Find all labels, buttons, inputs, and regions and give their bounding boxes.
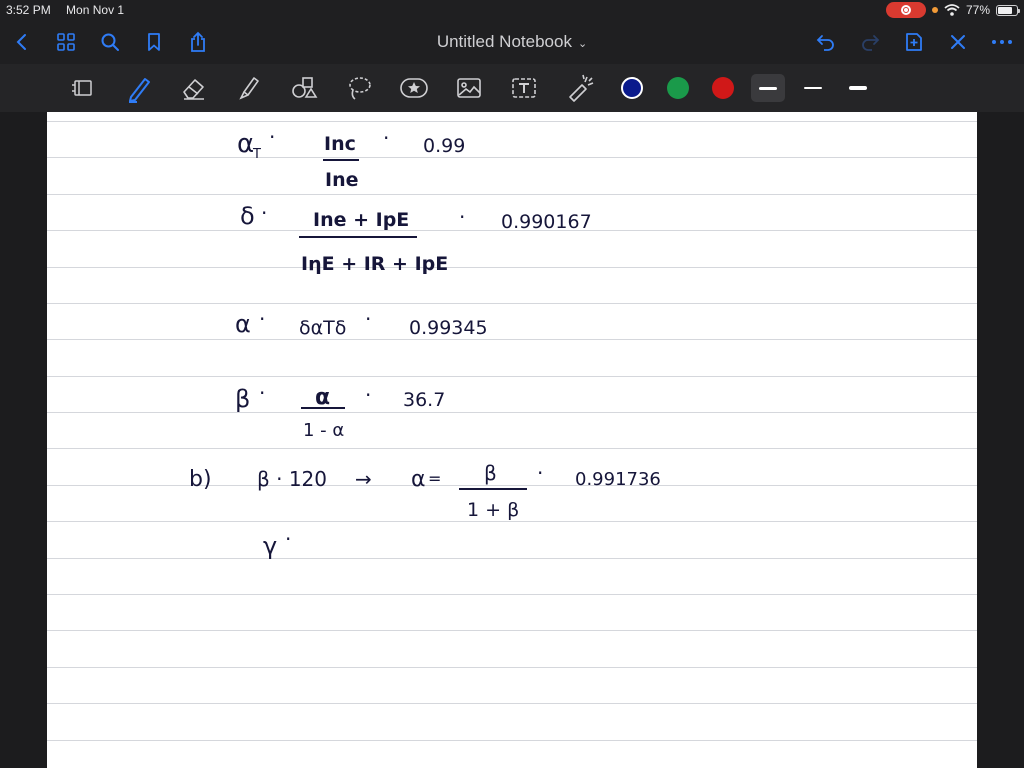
ink-l4-eq2: ·: [365, 383, 371, 407]
eraser-icon: [183, 79, 204, 100]
record-icon: [900, 5, 911, 15]
color-swatch-selected[interactable]: [621, 77, 643, 99]
sticker-icon: [400, 78, 428, 98]
screen-recording-indicator[interactable]: [885, 2, 926, 18]
notebook-title-text: Untitled Notebook: [436, 32, 572, 51]
redo-button[interactable]: [856, 28, 884, 56]
ink-l4-den: 1 - α: [303, 420, 344, 441]
image-icon: [457, 78, 481, 98]
microphone-in-use-icon: [931, 7, 938, 13]
color-swatch[interactable]: [712, 77, 734, 99]
ink-l1-val: 0.99: [423, 135, 465, 157]
ink-l1-eq2: ·: [383, 126, 389, 150]
close-button[interactable]: [944, 28, 972, 56]
ink-l1-eq: ·: [269, 125, 275, 149]
ink-l1-var: α: [237, 129, 254, 159]
more-button[interactable]: [988, 28, 1016, 56]
ink-l1-num: Inc: [324, 133, 356, 155]
ink-l3-eq2: ·: [365, 307, 371, 331]
redo-icon: [862, 35, 880, 51]
battery-percent: 77%: [965, 3, 990, 17]
highlighter-tool[interactable]: [232, 72, 266, 104]
ink-l1-sub: T: [252, 147, 261, 162]
add-page-icon: [906, 33, 922, 51]
ink-l4-var: β: [235, 385, 250, 413]
highlighter-icon: [239, 77, 259, 100]
ink-l5-eq: =: [428, 469, 441, 488]
color-swatch[interactable]: [667, 77, 689, 99]
ink-l6-var: γ: [263, 532, 277, 560]
ink-l5-den: 1 + β: [467, 499, 519, 521]
laser-pointer-tool[interactable]: [562, 72, 596, 104]
laser-pointer-icon: [569, 74, 594, 102]
ink-l2-val: 0.990167: [501, 211, 592, 233]
ink-l2-eq2: ·: [459, 205, 465, 229]
text-tool[interactable]: [507, 72, 541, 104]
ink-l6-eq: ·: [285, 527, 291, 551]
ink-l2-den: IηE + IR + IpE: [301, 253, 448, 275]
ink-l5-part: b): [189, 467, 212, 492]
ink-l3-eq: ·: [259, 307, 265, 331]
drawing-toolbar: [0, 64, 1024, 112]
ink-l5-arrow: →: [355, 467, 372, 491]
more-icon: [992, 40, 1012, 44]
ink-l5-eq2: ·: [537, 461, 543, 485]
notebook-page[interactable]: α T · Inc Ine · 0.99 δ · Ine + IpE IηE +…: [47, 112, 977, 768]
lasso-icon: [349, 77, 371, 100]
pen-tool[interactable]: [122, 72, 156, 104]
ink-l4-eq: ·: [259, 381, 265, 405]
add-page-button[interactable]: [900, 28, 928, 56]
stroke-thick-button[interactable]: [841, 74, 875, 102]
page-layout-tool[interactable]: [66, 72, 100, 104]
page-layout-icon: [72, 80, 92, 96]
close-icon: [951, 35, 965, 49]
ink-l2-num: Ine + IpE: [313, 209, 409, 231]
ink-l2-eq: ·: [261, 201, 267, 225]
ink-l4-val: 36.7: [403, 389, 445, 411]
ink-l5-num: β: [484, 461, 497, 485]
ink-l5-var: α: [411, 467, 426, 492]
battery-icon: [996, 4, 1020, 16]
ink-l3-val: 0.99345: [409, 317, 488, 339]
stroke-medium-button[interactable]: [796, 74, 830, 102]
ink-l5-val: 0.991736: [575, 469, 661, 490]
stroke-thin-button[interactable]: [751, 74, 785, 102]
text-box-icon: [512, 78, 536, 98]
undo-button[interactable]: [812, 28, 840, 56]
status-time: 3:52 PM: [6, 3, 51, 17]
ink-l4-num: α: [315, 385, 330, 410]
ink-l3-var: α: [235, 310, 251, 338]
shapes-icon: [292, 77, 318, 98]
undo-icon: [816, 35, 834, 51]
ink-l2-var: δ: [240, 202, 255, 230]
handwritten-notes: α T · Inc Ine · 0.99 δ · Ine + IpE IηE +…: [189, 125, 661, 560]
navigation-bar: Untitled Notebook ⌄: [0, 20, 1024, 64]
shapes-tool[interactable]: [287, 72, 321, 104]
wifi-icon: [944, 4, 960, 16]
pen-icon: [129, 78, 150, 103]
sticker-tool[interactable]: [397, 72, 431, 104]
ink-l1-den: Ine: [325, 169, 358, 191]
ink-l3-expr: δαTδ: [299, 317, 346, 339]
status-bar: 3:52 PM Mon Nov 1 77%: [0, 0, 1024, 20]
chevron-down-icon: ⌄: [577, 38, 588, 50]
status-date: Mon Nov 1: [66, 3, 125, 17]
lasso-tool[interactable]: [342, 72, 376, 104]
eraser-tool[interactable]: [177, 72, 211, 104]
image-tool[interactable]: [452, 72, 486, 104]
ink-l5-lhs: β · 120: [257, 467, 327, 491]
